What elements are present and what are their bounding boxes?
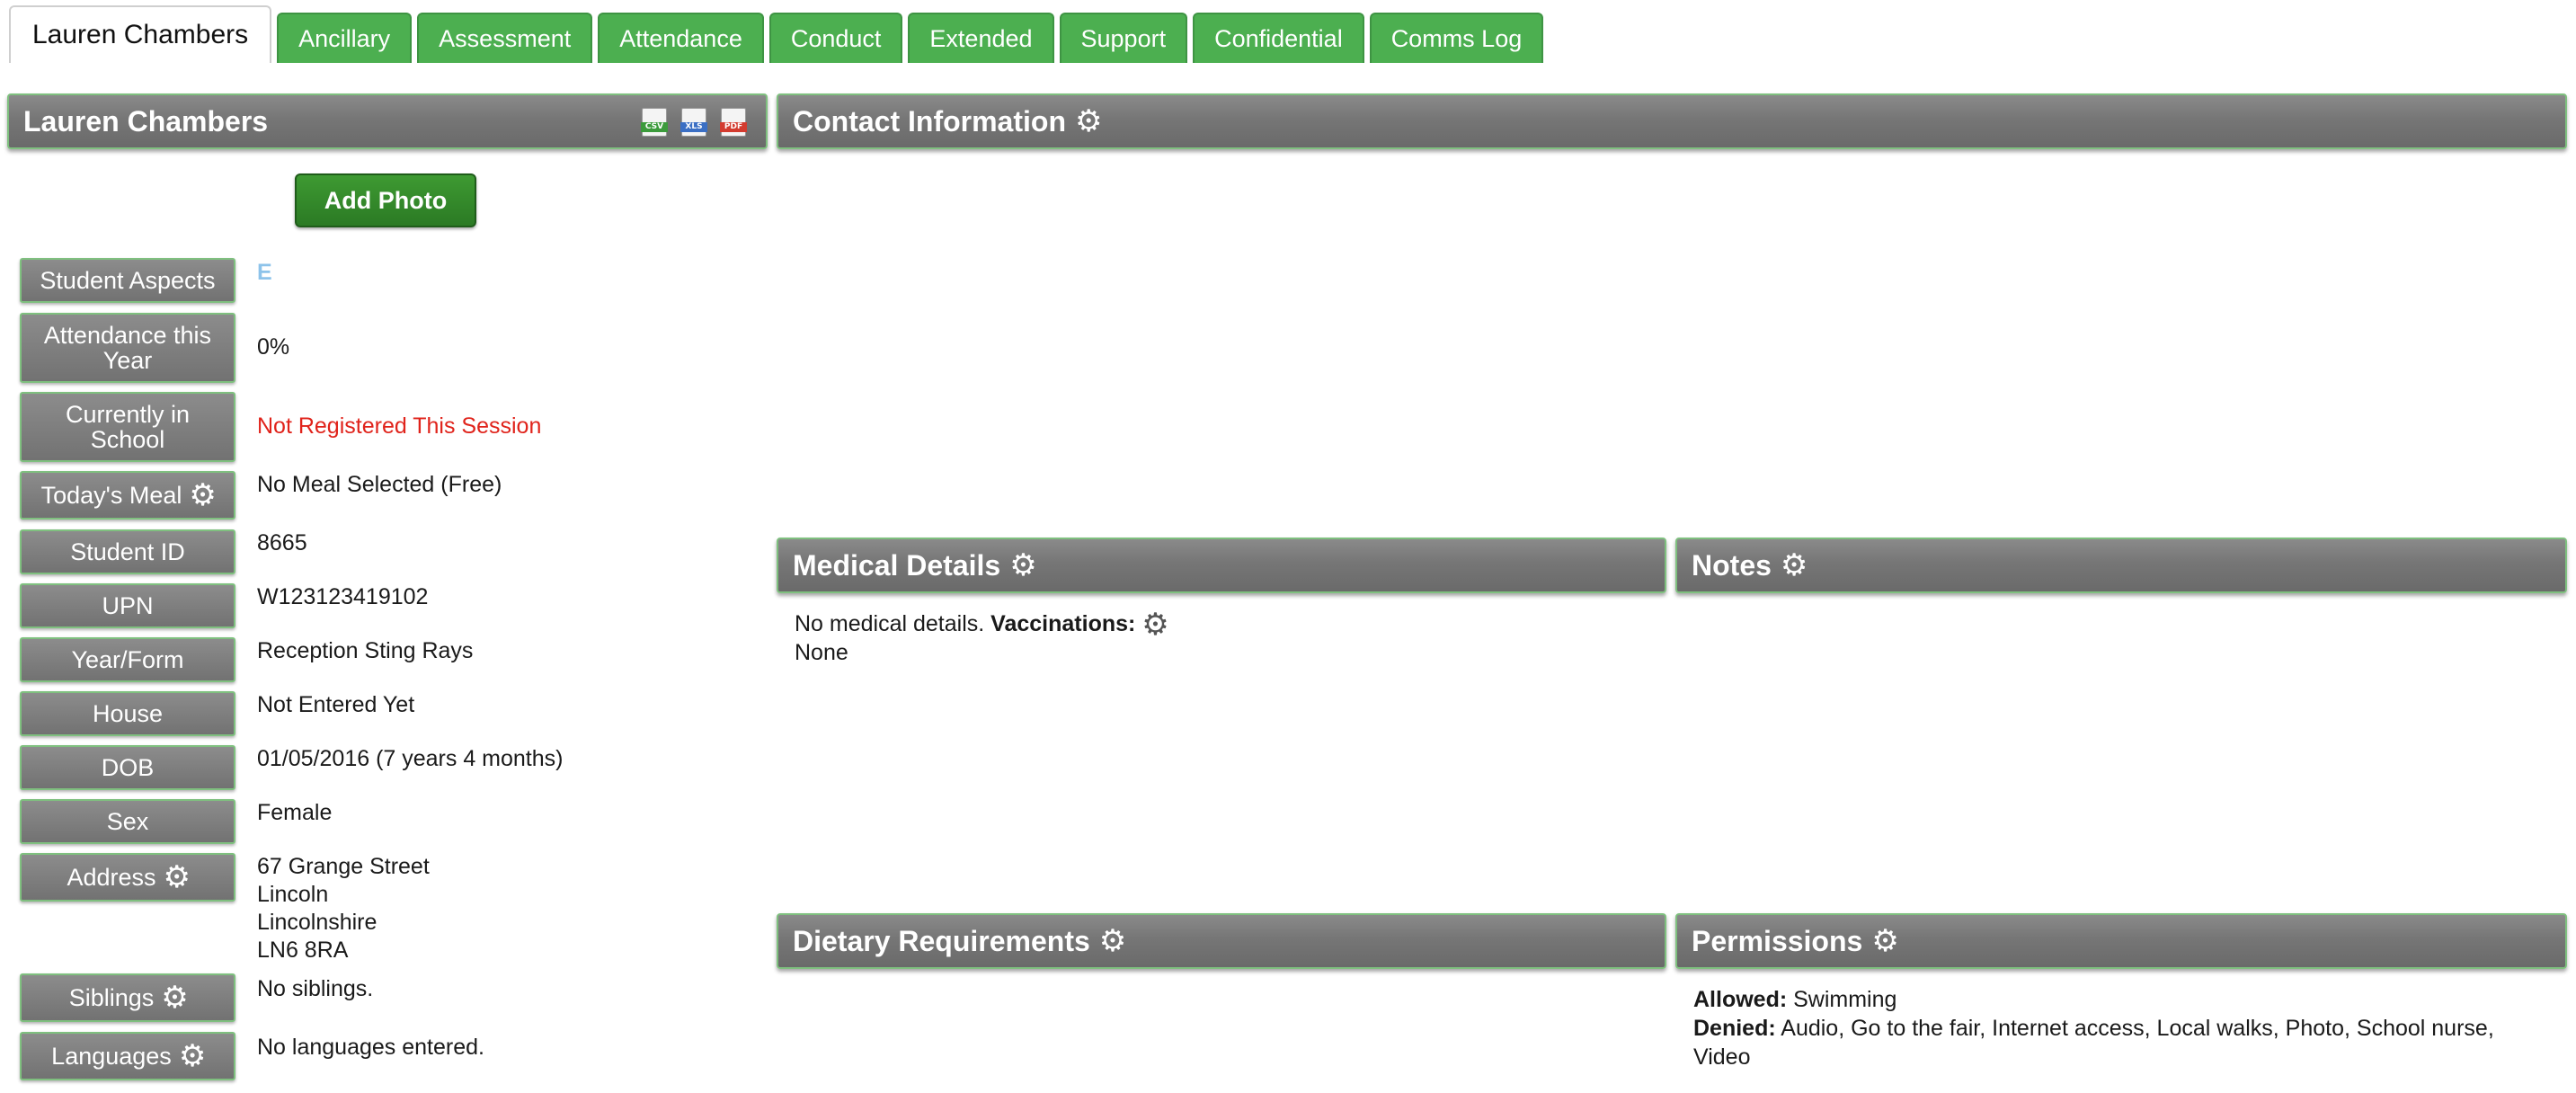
address-line: 67 Grange Street [257, 854, 430, 879]
currently-in-school-label: Currently in School [20, 392, 235, 462]
permissions-denied: Denied: Audio, Go to the fair, Internet … [1693, 1016, 2494, 1070]
upn-label: UPN [20, 583, 235, 628]
xls-export-icon[interactable]: XLS [680, 108, 707, 137]
address-line: Lincoln [257, 882, 329, 907]
csv-export-icon[interactable]: CSV [641, 108, 668, 137]
sex-label: Sex [20, 799, 235, 844]
medical-settings-icon[interactable] [1009, 547, 1036, 583]
tab-support[interactable]: Support [1059, 13, 1188, 63]
dob-value: 01/05/2016 (7 years 4 months) [257, 746, 564, 771]
medical-details-header: Medical Details [777, 538, 1666, 593]
upn-value: W123123419102 [257, 584, 429, 609]
dietary-requirements-header: Dietary Requirements [777, 913, 1666, 969]
student-id-value: 8665 [257, 530, 307, 555]
notes-header: Notes [1675, 538, 2567, 593]
address-label: Address [20, 853, 235, 902]
tab-attendance[interactable]: Attendance [598, 13, 764, 63]
house-label: House [20, 691, 235, 736]
attendance-value: 0% [257, 334, 290, 360]
address-line: LN6 8RA [257, 937, 349, 963]
siblings-value: No siblings. [257, 976, 374, 1001]
dietary-settings-icon[interactable] [1099, 923, 1126, 959]
student-aspects-label: Student Aspects [20, 258, 235, 303]
student-panel-title: Lauren Chambers [23, 104, 269, 138]
languages-label: Languages [20, 1032, 235, 1080]
languages-settings-icon[interactable] [179, 1038, 206, 1074]
vaccinations-settings-icon[interactable] [1141, 607, 1168, 643]
dob-label: DOB [20, 745, 235, 790]
tab-comms-log[interactable]: Comms Log [1369, 13, 1544, 63]
notes-title: Notes [1692, 548, 1772, 582]
permissions-header: Permissions [1675, 913, 2567, 969]
tab-student[interactable]: Lauren Chambers [9, 5, 272, 63]
todays-meal-value: No Meal Selected (Free) [257, 472, 502, 497]
vaccinations-value: None [795, 640, 848, 665]
permissions-allowed: Allowed: Swimming [1693, 987, 1897, 1012]
year-form-label: Year/Form [20, 637, 235, 682]
contact-settings-icon[interactable] [1075, 103, 1102, 139]
permissions-title: Permissions [1692, 924, 1863, 957]
permissions-content: Allowed: Swimming Denied: Audio, Go to t… [1693, 985, 2556, 1071]
address-line: Lincolnshire [257, 910, 378, 935]
todays-meal-label: Today's Meal [20, 471, 235, 520]
tab-confidential[interactable]: Confidential [1193, 13, 1364, 63]
contact-information-title: Contact Information [793, 104, 1066, 138]
tab-bar: Lauren Chambers Ancillary Assessment Att… [9, 4, 1544, 63]
siblings-settings-icon[interactable] [161, 980, 188, 1016]
export-icons: CSV XLS PDF [641, 108, 747, 137]
pdf-export-icon[interactable]: PDF [720, 108, 747, 137]
address-settings-icon[interactable] [164, 859, 191, 895]
house-value: Not Entered Yet [257, 692, 415, 717]
student-aspects-value[interactable]: E [257, 259, 272, 287]
tab-extended[interactable]: Extended [908, 13, 1054, 63]
tab-ancillary[interactable]: Ancillary [277, 13, 413, 63]
student-id-label: Student ID [20, 529, 235, 574]
student-panel-header: Lauren Chambers CSV XLS PDF [7, 93, 768, 149]
currently-in-school-value: Not Registered This Session [257, 413, 542, 439]
medical-details-content: No medical details. Vaccinations: None [795, 607, 1169, 667]
sex-value: Female [257, 800, 333, 825]
siblings-label: Siblings [20, 973, 235, 1022]
contact-information-header: Contact Information [777, 93, 2567, 149]
address-value: 67 Grange Street Lincoln Lincolnshire LN… [257, 853, 430, 964]
vaccinations-label: Vaccinations: [990, 611, 1136, 636]
notes-settings-icon[interactable] [1781, 547, 1808, 583]
tab-conduct[interactable]: Conduct [768, 13, 903, 63]
attendance-label: Attendance this Year [20, 313, 235, 383]
medical-details-title: Medical Details [793, 548, 1001, 582]
dietary-requirements-title: Dietary Requirements [793, 924, 1090, 957]
languages-value: No languages entered. [257, 1035, 484, 1060]
tab-assessment[interactable]: Assessment [417, 13, 593, 63]
add-photo-button[interactable]: Add Photo [295, 173, 476, 227]
meal-settings-icon[interactable] [189, 477, 216, 513]
permissions-settings-icon[interactable] [1871, 923, 1898, 959]
year-form-value: Reception Sting Rays [257, 638, 474, 663]
